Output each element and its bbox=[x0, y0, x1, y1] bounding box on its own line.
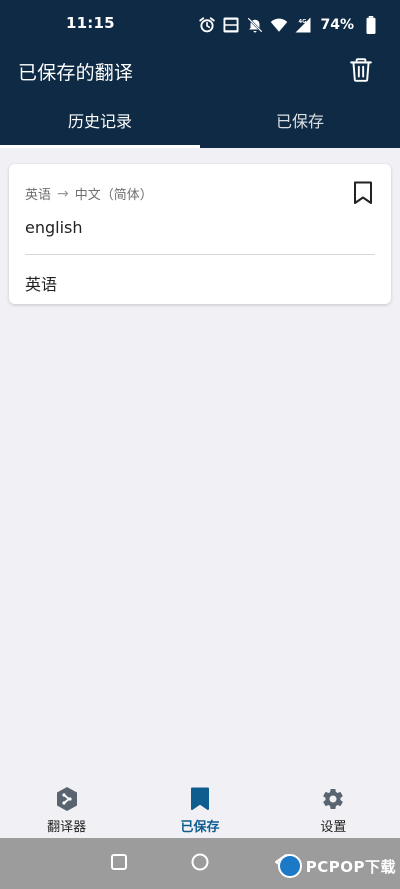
tab-saved[interactable]: 已保存 bbox=[200, 96, 400, 148]
tab-history[interactable]: 历史记录 bbox=[0, 96, 200, 148]
system-navigation-bar: PCPOP下载 bbox=[0, 838, 400, 889]
saved-translation-card[interactable]: 英语 → 中文（简体） english 英语 bbox=[9, 164, 391, 304]
trash-icon bbox=[348, 57, 374, 86]
status-time: 11:15 bbox=[66, 14, 115, 32]
circle-icon bbox=[190, 852, 210, 876]
square-icon bbox=[110, 853, 128, 875]
language-pair: 英语 → 中文（简体） bbox=[25, 184, 153, 204]
battery-percent: 74% bbox=[320, 17, 354, 33]
status-bar: 11:15 4G 74% bbox=[0, 0, 400, 48]
tabs: 历史记录 已保存 bbox=[0, 96, 400, 148]
nav-translator[interactable]: 翻译器 bbox=[0, 776, 133, 838]
target-language: 中文（简体） bbox=[74, 188, 153, 203]
watermark: PCPOP下载 bbox=[277, 854, 396, 878]
bookmark-button[interactable] bbox=[351, 180, 375, 208]
nav-settings-label: 设置 bbox=[320, 820, 347, 835]
wifi-icon bbox=[270, 16, 288, 34]
bookmark-icon bbox=[187, 786, 213, 812]
signal-4g-icon: 4G bbox=[294, 16, 312, 34]
pcpop-logo-icon bbox=[277, 854, 302, 878]
home-button[interactable] bbox=[175, 838, 225, 889]
alarm-icon bbox=[198, 16, 216, 34]
nav-saved[interactable]: 已保存 bbox=[133, 776, 266, 838]
source-language: 英语 bbox=[25, 188, 52, 203]
battery-icon bbox=[362, 16, 380, 34]
card-divider bbox=[25, 254, 375, 255]
volte-icon bbox=[222, 16, 240, 34]
arrow-right-icon: → bbox=[57, 185, 69, 202]
nav-translator-label: 翻译器 bbox=[47, 820, 87, 835]
recents-button[interactable] bbox=[94, 838, 144, 889]
delete-all-button[interactable] bbox=[344, 54, 378, 88]
app-screen: 11:15 4G 74% 已保存的翻译 历史记录 已保存 英语 → 中文（简体）… bbox=[0, 0, 400, 889]
watermark-text: PCPOP下载 bbox=[305, 857, 396, 876]
svg-text:4G: 4G bbox=[299, 19, 307, 25]
bottom-navigation: 翻译器 已保存 设置 bbox=[0, 776, 400, 838]
gear-icon bbox=[320, 786, 346, 812]
nav-saved-label: 已保存 bbox=[180, 820, 220, 835]
header: 11:15 4G 74% 已保存的翻译 历史记录 已保存 bbox=[0, 0, 400, 148]
status-icons: 4G 74% bbox=[198, 14, 380, 36]
nav-settings[interactable]: 设置 bbox=[267, 776, 400, 838]
source-text: english bbox=[25, 218, 83, 237]
app-bar: 已保存的翻译 bbox=[0, 48, 400, 94]
mute-icon bbox=[246, 16, 264, 34]
page-title: 已保存的翻译 bbox=[18, 62, 134, 84]
translator-icon bbox=[54, 786, 80, 812]
translation-text: 英语 bbox=[25, 275, 58, 294]
bookmark-outline-icon bbox=[353, 181, 373, 208]
